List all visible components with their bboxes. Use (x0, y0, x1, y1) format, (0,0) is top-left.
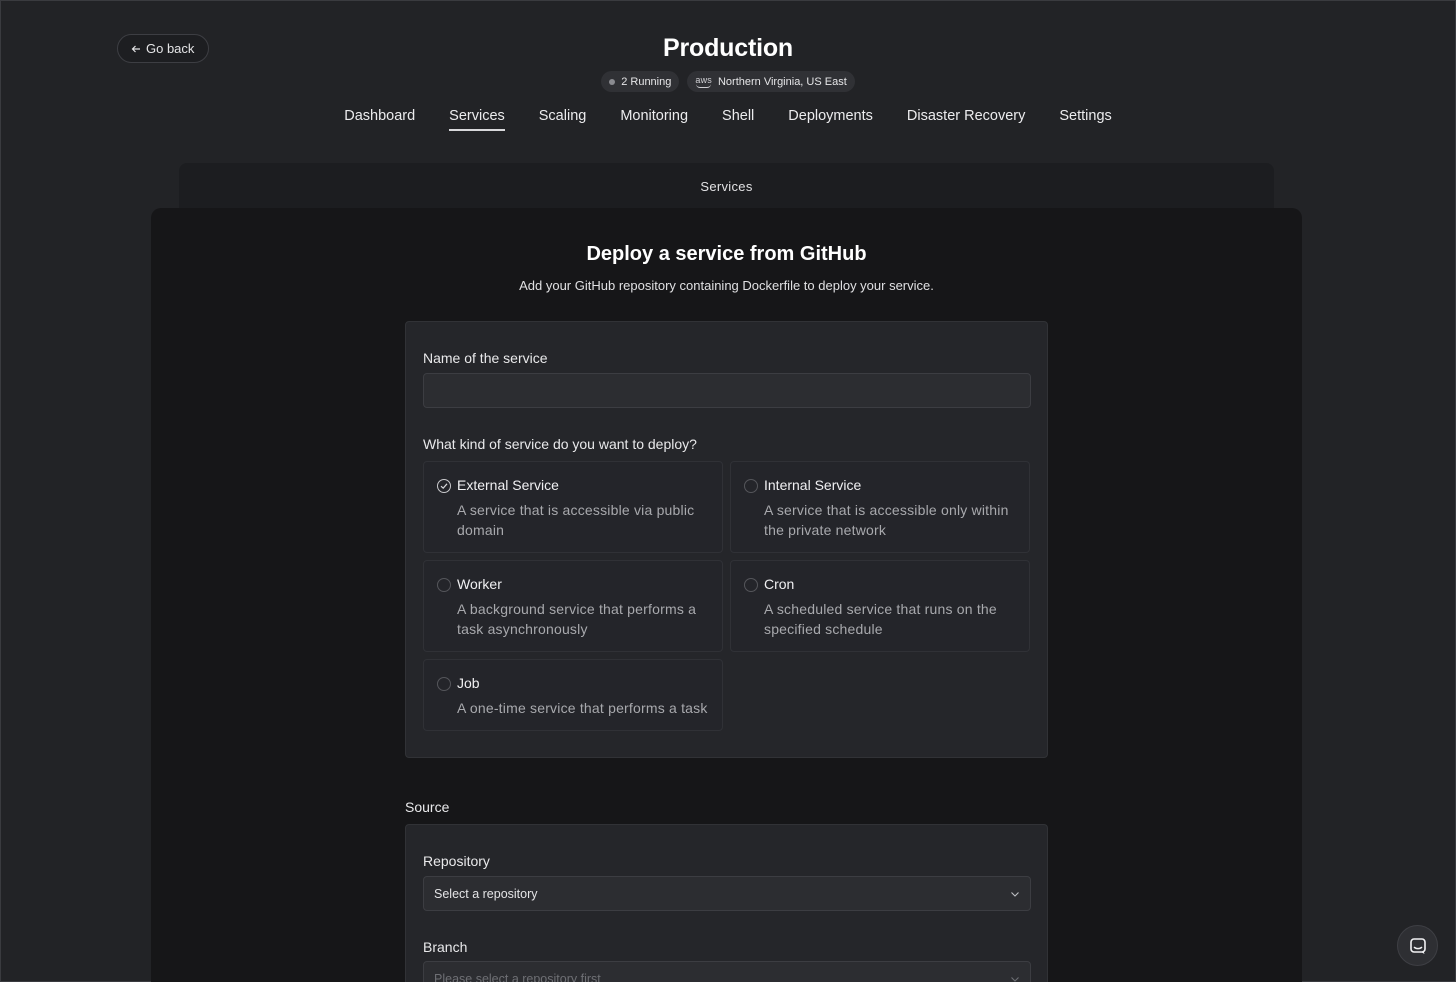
page-title: Production (663, 34, 793, 62)
option-worker[interactable]: Worker A background service that perform… (423, 560, 723, 652)
option-title: Worker (457, 576, 502, 592)
option-cron[interactable]: Cron A scheduled service that runs on th… (730, 560, 1030, 652)
tab-shell[interactable]: Shell (722, 108, 754, 131)
status-badge: 2 Running (601, 71, 680, 92)
repository-label: Repository (423, 853, 490, 869)
aws-logo-icon: aws (695, 74, 712, 88)
option-title: Job (457, 675, 480, 691)
tab-settings[interactable]: Settings (1059, 108, 1111, 131)
service-name-label: Name of the service (423, 350, 548, 366)
status-badge-label: 2 Running (621, 75, 672, 88)
external-service-radio[interactable] (437, 479, 451, 493)
services-section-bar: Services (179, 163, 1274, 209)
services-section-title: Services (700, 178, 753, 194)
option-description: A one-time service that performs a task (457, 700, 708, 716)
job-radio[interactable] (437, 677, 451, 691)
option-title: Cron (764, 576, 795, 592)
option-job[interactable]: Job A one-time service that performs a t… (423, 659, 723, 731)
branch-label: Branch (423, 939, 468, 955)
option-description: A service that is accessible via public … (457, 502, 695, 538)
option-description: A scheduled service that runs on the spe… (764, 601, 997, 637)
chat-icon (1409, 937, 1426, 954)
service-name-input[interactable] (423, 373, 1031, 408)
deploy-subheading: Add your GitHub repository containing Do… (519, 278, 934, 293)
option-internal-service[interactable]: Internal Service A service that is acces… (730, 461, 1030, 553)
deploy-heading: Deploy a service from GitHub (586, 243, 867, 265)
source-section-label: Source (405, 799, 450, 815)
option-external-service[interactable]: External Service A service that is acces… (423, 461, 723, 553)
deploy-panel: Deploy a service from GitHub Add your Gi… (151, 208, 1302, 982)
status-dot-icon (609, 78, 616, 85)
option-title: Internal Service (764, 477, 862, 493)
chat-launcher-button[interactable] (1397, 925, 1438, 966)
tab-dashboard[interactable]: Dashboard (344, 108, 415, 131)
repository-select[interactable]: Select a repository (423, 876, 1031, 911)
region-badge-label: Northern Virginia, US East (717, 75, 847, 88)
internal-service-radio[interactable] (744, 479, 758, 493)
repository-select-value: Select a repository (434, 886, 538, 901)
region-badge: aws Northern Virginia, US East (687, 71, 855, 92)
chevron-down-icon (1011, 977, 1019, 982)
main-tabs: Dashboard Services Scaling Monitoring Sh… (0, 108, 1456, 131)
check-icon (440, 483, 448, 490)
tab-deployments[interactable]: Deployments (788, 108, 873, 131)
service-kind-label: What kind of service do you want to depl… (423, 436, 697, 452)
tab-monitoring[interactable]: Monitoring (620, 108, 688, 131)
option-title: External Service (457, 477, 559, 493)
environment-badges: 2 Running aws Northern Virginia, US East (0, 71, 1456, 92)
chevron-down-icon (1011, 892, 1019, 897)
option-description: A background service that performs a tas… (457, 601, 697, 637)
service-details-card: Name of the service What kind of service… (405, 321, 1048, 758)
tab-services[interactable]: Services (449, 108, 505, 131)
source-card: Repository Select a repository Branch Pl… (405, 824, 1048, 982)
tab-scaling[interactable]: Scaling (539, 108, 587, 131)
worker-radio[interactable] (437, 578, 451, 592)
tab-disaster-recovery[interactable]: Disaster Recovery (907, 108, 1025, 131)
cron-radio[interactable] (744, 578, 758, 592)
option-description: A service that is accessible only within… (764, 502, 1009, 538)
branch-select[interactable]: Please select a repository first (423, 961, 1031, 982)
branch-select-value: Please select a repository first (434, 971, 601, 982)
